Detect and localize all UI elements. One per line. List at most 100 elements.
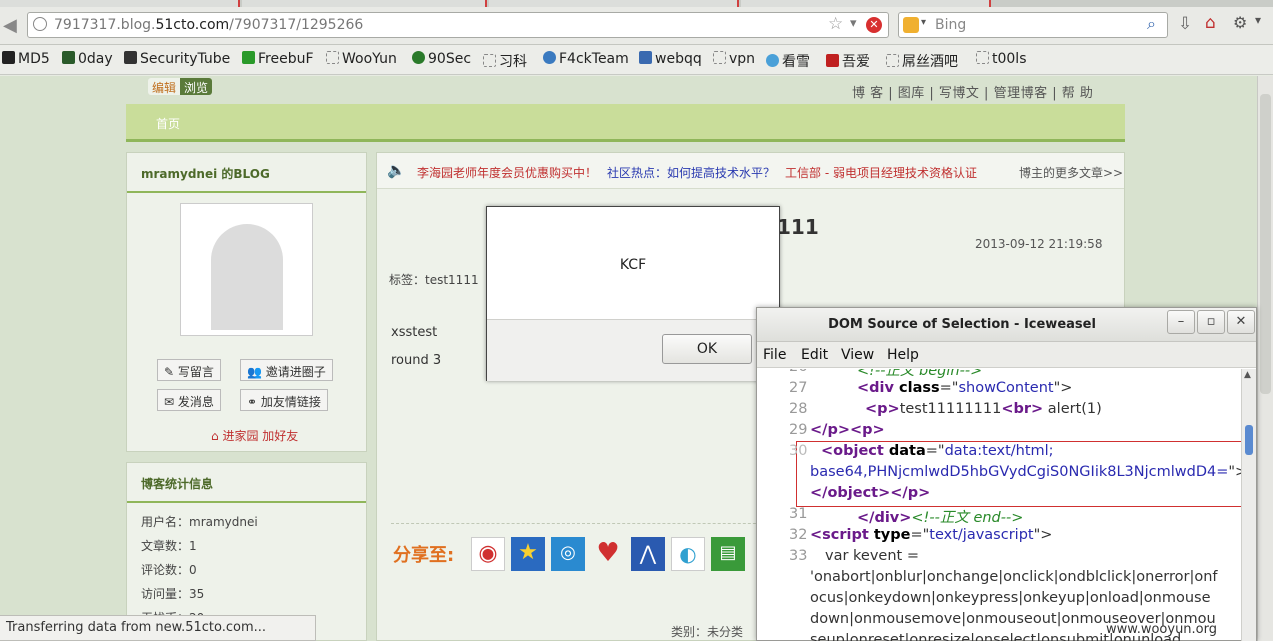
blog-title: mramydnei 的BLOG: [141, 167, 270, 181]
dropdown-icon[interactable]: ▾: [850, 16, 857, 31]
menu-help[interactable]: Help: [887, 347, 919, 363]
divider: [127, 191, 366, 193]
ticker-item[interactable]: 社区热点：如何提高技术水平？: [607, 164, 775, 181]
bookmark-icon: [886, 54, 899, 67]
renren-share-icon[interactable]: ⋀: [631, 537, 665, 571]
tab[interactable]: [741, 0, 991, 7]
search-bar[interactable]: ▾ Bing ⌕: [898, 12, 1168, 38]
more-posts-link[interactable]: 博主的更多文章>>: [1019, 164, 1123, 181]
search-input[interactable]: Bing: [935, 17, 966, 33]
back-icon[interactable]: ◀: [3, 15, 17, 36]
menu-view[interactable]: View: [841, 347, 874, 363]
close-icon[interactable]: ✕: [1227, 310, 1255, 334]
scrollbar-thumb[interactable]: [1260, 94, 1271, 394]
divider: [391, 523, 781, 524]
bookmark-item[interactable]: F4ckTeam: [543, 51, 629, 67]
star-icon[interactable]: ☆: [828, 14, 843, 34]
bookmark-icon: [976, 51, 989, 64]
gear-icon[interactable]: ⚙: [1233, 13, 1247, 32]
url-bar[interactable]: 7917317.blog.51cto.com/7907317/1295266 ☆…: [27, 12, 889, 38]
menu-edit[interactable]: Edit: [801, 347, 828, 363]
send-message-button[interactable]: ✉ 发消息: [157, 389, 221, 411]
menu-file[interactable]: File: [763, 347, 786, 363]
dom-source-window: DOM Source of Selection - Iceweasel – ▫ …: [756, 307, 1257, 641]
line-number: 32: [789, 527, 808, 543]
scroll-up-icon[interactable]: ▲: [1244, 370, 1251, 380]
qzone-share-icon[interactable]: ★: [511, 537, 545, 571]
stats-title: 博客统计信息: [141, 477, 214, 491]
avatar[interactable]: [180, 203, 313, 336]
stat-visits: 访问量：35: [141, 587, 205, 601]
code-line: var kevent =: [825, 548, 919, 564]
bookmark-item[interactable]: 屌丝酒吧: [886, 51, 958, 71]
line-number: 31: [789, 506, 808, 522]
home-icon: ⌂: [211, 429, 219, 443]
line-number: 28: [789, 401, 808, 417]
page-scrollbar[interactable]: [1257, 76, 1273, 641]
status-text: Transferring data from new.51cto.com...: [6, 620, 267, 635]
bookmark-item[interactable]: 吾爱: [826, 51, 870, 71]
tab[interactable]: [489, 0, 739, 7]
heart-share-icon[interactable]: ♥: [591, 537, 625, 571]
bookmark-item[interactable]: SecurityTube: [124, 51, 230, 67]
ok-button[interactable]: OK: [662, 334, 752, 364]
bookmark-icon: [766, 54, 779, 67]
source-code-view[interactable]: 26 <!--正文 begin--> 27 <div class="showCo…: [757, 369, 1241, 641]
bookmark-item[interactable]: WooYun: [326, 51, 397, 67]
bookmark-icon: [543, 51, 556, 64]
post-title: 111: [777, 215, 819, 239]
ticker-item[interactable]: 李海园老师年度会员优惠购买中！: [417, 164, 597, 181]
chevron-down-icon[interactable]: ▾: [921, 17, 926, 28]
divider: [127, 501, 366, 503]
edit-mode-button[interactable]: 编辑: [148, 78, 181, 95]
stat-username: 用户名：mramydnei: [141, 515, 258, 529]
home-icon[interactable]: ⌂: [1205, 13, 1216, 33]
bookmark-item[interactable]: webqq: [639, 51, 702, 67]
tab-strip[interactable]: [0, 0, 1273, 7]
tencent-share-icon[interactable]: ◎: [551, 537, 585, 571]
douban-share-icon[interactable]: ▤: [711, 537, 745, 571]
globe-icon: [33, 17, 47, 31]
write-message-button[interactable]: ✎ 写留言: [157, 359, 221, 381]
window-menubar: File Edit View Help: [757, 342, 1256, 368]
bookmark-item[interactable]: vpn: [713, 51, 755, 67]
minimize-icon[interactable]: –: [1167, 310, 1195, 334]
weibo-share-icon[interactable]: ◉: [471, 537, 505, 571]
post-date: 2013-09-12 21:19:58: [975, 237, 1103, 251]
bookmarks-bar: MD5 0day SecurityTube FreebuF WooYun 90S…: [0, 45, 1273, 75]
home-link[interactable]: 首页: [156, 115, 180, 132]
top-nav[interactable]: 博 客 | 图库 | 写博文 | 管理博客 | 帮 助: [852, 82, 1093, 101]
bookmark-item[interactable]: FreebuF: [242, 51, 314, 67]
code-line: <!--正文 begin-->: [857, 369, 983, 379]
kaixin-share-icon[interactable]: ◐: [671, 537, 705, 571]
post-tags[interactable]: 标签：test1111: [389, 271, 479, 288]
tab[interactable]: [0, 0, 240, 7]
ticker-item[interactable]: 工信部 - 弱电项目经理技术资格认证: [785, 164, 977, 181]
bookmark-item[interactable]: 0day: [62, 51, 113, 67]
ticker-bar: 🔈 李海园老师年度会员优惠购买中！ 社区热点：如何提高技术水平？ 工信部 - 弱…: [377, 153, 1124, 189]
view-mode-button[interactable]: 浏览: [180, 78, 213, 95]
home-friend-link[interactable]: ⌂ 进家园 加好友: [211, 427, 298, 444]
maximize-icon[interactable]: ▫: [1197, 310, 1225, 334]
code-scrollbar[interactable]: ▲: [1241, 369, 1256, 641]
window-title: DOM Source of Selection - Iceweasel: [828, 317, 1096, 332]
menu-icon[interactable]: ▾: [1255, 13, 1261, 27]
code-line: </p><p>: [810, 422, 885, 438]
bookmark-item[interactable]: 90Sec: [412, 51, 471, 67]
bookmark-item[interactable]: 习科: [483, 51, 527, 71]
window-titlebar[interactable]: DOM Source of Selection - Iceweasel – ▫ …: [757, 308, 1256, 342]
tab[interactable]: [242, 0, 487, 7]
invite-circle-button[interactable]: 👥 邀请进圈子: [240, 359, 333, 381]
bookmark-item[interactable]: t00ls: [976, 51, 1027, 67]
bookmark-icon: [713, 51, 726, 64]
scrollbar-thumb[interactable]: [1245, 425, 1253, 455]
search-icon[interactable]: ⌕: [1147, 14, 1156, 34]
add-friend-link-button[interactable]: ⚭ 加友情链接: [240, 389, 328, 411]
alert-dialog: KCF OK: [486, 206, 780, 381]
stop-icon[interactable]: ✕: [866, 17, 882, 33]
code-line: base64,PHNjcmlwdD5hbGVydCgiS0NGIik8L3Njc…: [810, 464, 1241, 480]
bookmark-item[interactable]: 看雪: [766, 51, 810, 71]
download-icon[interactable]: ⇩: [1178, 14, 1192, 34]
bookmark-icon: [483, 54, 496, 67]
bookmark-item[interactable]: MD5: [2, 51, 50, 67]
